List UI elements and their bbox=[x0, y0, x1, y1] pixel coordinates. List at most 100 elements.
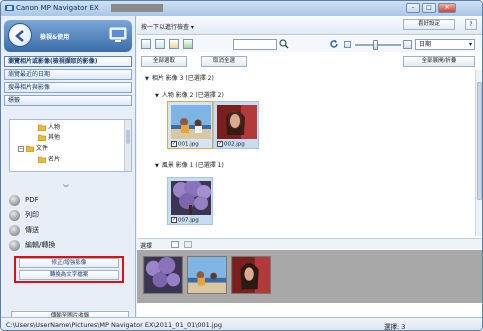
pdf-icon bbox=[9, 194, 20, 206]
mail-icon bbox=[9, 224, 20, 236]
nav-view-photos[interactable]: 瀏覽相片或影像(檢視擷取的影像) bbox=[4, 56, 132, 67]
preferences-button[interactable]: 喜好設定 bbox=[403, 19, 455, 30]
tree-item-documents[interactable]: − 文件 bbox=[18, 143, 48, 152]
sort-dropdown[interactable]: 日期 ▾ bbox=[415, 39, 475, 50]
selected-strip bbox=[137, 250, 482, 303]
action-pdf[interactable]: PDF bbox=[9, 194, 39, 207]
tree-label: 文件 bbox=[36, 145, 49, 152]
action-print[interactable]: 列印 bbox=[9, 209, 39, 222]
thumbnail-checkbox[interactable]: ✓ bbox=[171, 141, 177, 147]
zoom-out-icon[interactable] bbox=[344, 41, 351, 48]
collapse-triangle-icon[interactable]: ▼ bbox=[145, 76, 149, 82]
app-window: Canon MP Navigator EX – □ ✕ 檢視&使用 瀏覽相片或影… bbox=[0, 0, 483, 331]
image-icon[interactable] bbox=[183, 39, 193, 49]
action-send[interactable]: 傳送 bbox=[9, 224, 39, 237]
tree-label: 人物 bbox=[48, 124, 61, 131]
content-scrollbar[interactable] bbox=[475, 70, 482, 236]
nav-recent-dates[interactable]: 瀏覽最近的日期 bbox=[4, 69, 132, 80]
search-icon[interactable] bbox=[279, 39, 289, 49]
zoom-in-icon[interactable] bbox=[403, 40, 412, 49]
app-icon bbox=[5, 5, 14, 11]
collapse-toggle[interactable]: − bbox=[18, 146, 24, 152]
tree-item-cards[interactable]: 名片 bbox=[38, 154, 60, 163]
selected-thumbnail[interactable] bbox=[231, 256, 271, 294]
close-button[interactable]: ✕ bbox=[438, 3, 456, 13]
header-label[interactable]: 按一下以進行檢查 ▾ bbox=[141, 22, 194, 31]
view-grid-icon[interactable] bbox=[141, 39, 151, 49]
tree-scrollbar[interactable] bbox=[124, 120, 131, 171]
slider-knob[interactable] bbox=[373, 40, 378, 50]
computer-icon bbox=[109, 27, 127, 42]
thumbnail-checkbox[interactable]: ✓ bbox=[217, 141, 223, 147]
action-label: 列印 bbox=[25, 211, 39, 219]
list-toggle-icon[interactable] bbox=[184, 241, 192, 248]
minimize-button[interactable]: – bbox=[406, 3, 420, 13]
group-title: 人物 影像 2 (已選擇 2) bbox=[161, 92, 224, 99]
selected-thumbnail[interactable] bbox=[143, 256, 183, 294]
select-all-button[interactable]: 全部選取 bbox=[141, 56, 187, 67]
printer-icon bbox=[9, 209, 20, 221]
collapse-triangle-icon[interactable]: ▼ bbox=[155, 93, 159, 99]
nav-tags[interactable]: 標籤 bbox=[4, 95, 132, 106]
right-header: 按一下以進行檢查 ▾ 喜好設定 ? bbox=[137, 16, 482, 35]
nav-search[interactable]: 搜尋相片與影像 bbox=[4, 82, 132, 93]
window-title: Canon MP Navigator EX bbox=[16, 4, 99, 12]
photo-thumbnail bbox=[171, 105, 211, 139]
mode-label: 檢視&使用 bbox=[40, 34, 70, 41]
tree-item-people[interactable]: 人物 bbox=[38, 122, 60, 131]
category-tree: 人物 其他 − 文件 名片 bbox=[9, 119, 132, 172]
deselect-all-button[interactable]: 取消全選 bbox=[201, 56, 247, 67]
selection-bar: 選擇 bbox=[137, 238, 482, 250]
thumbnail-area: ▼ 相片 影像 3 (已選擇 2) ▼ 人物 影像 2 (已選擇 2) ✓ 001.j… bbox=[137, 70, 482, 236]
help-button[interactable]: ? bbox=[465, 19, 477, 30]
selection-label: 選擇 bbox=[140, 243, 153, 250]
action-label: 傳送 bbox=[25, 226, 39, 234]
maximize-button[interactable]: □ bbox=[422, 3, 436, 13]
photo-thumbnail bbox=[171, 181, 211, 215]
thumbnail-checkbox[interactable]: ✓ bbox=[171, 217, 177, 223]
mode-circle-icon bbox=[8, 23, 32, 47]
group-title: 風景 影像 1 (已選擇 1) bbox=[161, 162, 224, 169]
tree-label: 名片 bbox=[48, 156, 61, 163]
group-header-landscape[interactable]: ▼ 風景 影像 1 (已選擇 1) bbox=[155, 160, 224, 169]
search-input[interactable] bbox=[233, 39, 277, 50]
expand-collapse-button[interactable]: 全部展開/折疊 bbox=[403, 56, 475, 67]
action-label: PDF bbox=[25, 196, 39, 204]
folder-icon bbox=[38, 134, 46, 141]
left-panel: 檢視&使用 瀏覽相片或影像(檢視擷取的影像) 瀏覽最近的日期 搜尋相片與影像 標… bbox=[1, 16, 136, 322]
caption-text: 001.jpg bbox=[178, 141, 199, 148]
caption-text: 002.jpg bbox=[224, 141, 245, 148]
group-header-photos[interactable]: ▼ 相片 影像 3 (已選擇 2) bbox=[145, 73, 214, 82]
sort-value: 日期 bbox=[419, 41, 432, 48]
zoom-slider[interactable] bbox=[355, 40, 401, 50]
action-label: 編輯/轉換 bbox=[25, 241, 56, 249]
chevron-down-icon: ▾ bbox=[468, 41, 472, 48]
scroll-thumb[interactable] bbox=[477, 82, 482, 200]
thumbnail-item[interactable]: ✓ 001.jpg bbox=[167, 101, 213, 149]
selection-count: 選擇: 3 bbox=[384, 323, 406, 331]
refresh-icon[interactable] bbox=[329, 39, 339, 49]
toolbar: 日期 ▾ bbox=[137, 36, 482, 52]
chevron-down-icon[interactable]: ︾ bbox=[63, 183, 69, 192]
caption-text: 007.jpg bbox=[178, 217, 199, 224]
folder-icon bbox=[38, 124, 46, 131]
tag-icon[interactable] bbox=[169, 39, 179, 49]
mode-header[interactable]: 檢視&使用 bbox=[4, 20, 132, 52]
group-header-people[interactable]: ▼ 人物 影像 2 (已選擇 2) bbox=[155, 90, 224, 99]
file-path: C:\Users\UserName\Pictures\MP Navigator … bbox=[6, 321, 222, 329]
thumbnail-item[interactable]: ✓ 002.jpg bbox=[213, 101, 259, 149]
view-list-icon[interactable] bbox=[155, 39, 165, 49]
collapse-triangle-icon[interactable]: ▼ bbox=[155, 163, 159, 169]
selected-thumbnail[interactable] bbox=[187, 256, 227, 294]
grid-toggle-icon[interactable] bbox=[171, 241, 179, 248]
group-title: 相片 影像 3 (已選擇 2) bbox=[151, 75, 214, 82]
tree-item-other[interactable]: 其他 bbox=[38, 132, 60, 141]
tree-label: 其他 bbox=[48, 134, 61, 141]
scroll-thumb[interactable] bbox=[126, 130, 130, 144]
status-bar: C:\Users\UserName\Pictures\MP Navigator … bbox=[1, 317, 482, 331]
highlight-box bbox=[14, 256, 124, 283]
action-edit-convert[interactable]: 編輯/轉換 bbox=[9, 239, 55, 252]
folder-icon bbox=[26, 145, 34, 152]
thumbnail-item[interactable]: ✓ 007.jpg bbox=[167, 177, 213, 225]
title-bar[interactable]: Canon MP Navigator EX – □ ✕ bbox=[1, 1, 482, 16]
